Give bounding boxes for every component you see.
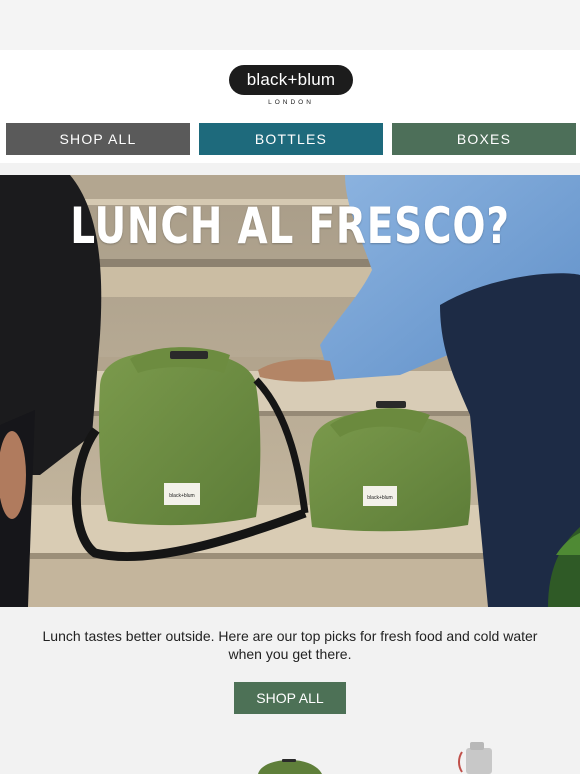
- intro-text: Lunch tastes better outside. Here are ou…: [42, 628, 538, 662]
- nav-bottles-button[interactable]: BOTTLES: [199, 123, 383, 155]
- email-page: black+blum LONDON SHOP ALL BOTTLES BOXES: [0, 0, 580, 774]
- nav-shop-all-button[interactable]: SHOP ALL: [6, 123, 190, 155]
- lunch-bag-product-image[interactable]: [258, 760, 322, 774]
- brand-logo-subtitle: LONDON: [268, 99, 314, 106]
- top-spacer: [0, 0, 580, 50]
- nav-boxes-button[interactable]: BOXES: [392, 123, 576, 155]
- product-teasers: [258, 742, 492, 774]
- small-bag-label-text: black+blum: [367, 495, 392, 501]
- email-header: black+blum LONDON SHOP ALL BOTTLES BOXES: [0, 50, 580, 163]
- small-lunch-bag: [309, 412, 471, 532]
- header-separator: [0, 163, 580, 175]
- brand-logo[interactable]: black+blum LONDON: [229, 65, 353, 106]
- brand-logo-name: black+blum: [229, 65, 353, 95]
- large-bag-label-text: black+blum: [169, 493, 194, 499]
- hero-headline: LUNCH AL FRESCO?: [70, 197, 510, 255]
- nav-bar: SHOP ALL BOTTLES BOXES: [6, 123, 576, 155]
- bottle-product-image[interactable]: [466, 748, 492, 774]
- hero-image[interactable]: black+blum black+blum LUNCH AL FRESCO?: [0, 175, 580, 607]
- shop-all-cta-button[interactable]: SHOP ALL: [234, 682, 346, 714]
